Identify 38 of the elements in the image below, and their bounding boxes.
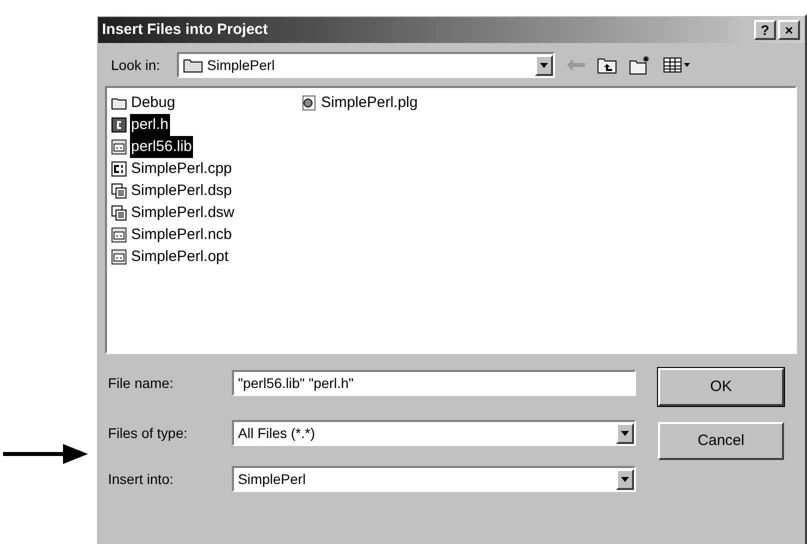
file-item[interactable]: SimplePerl.ncb [111, 224, 231, 246]
dropdown-field[interactable]: SimplePerl [232, 466, 636, 492]
file-item[interactable]: SimplePerl.dsp [111, 180, 231, 202]
file-item[interactable]: SimplePerl.cpp [111, 158, 231, 180]
look-in-dropdown[interactable]: SimplePerl [177, 52, 555, 78]
project-file-icon [111, 205, 127, 221]
binary-file-icon [111, 139, 127, 155]
file-name-field[interactable]: "perl56.lib" "perl.h" [232, 370, 636, 396]
view-menu-icon[interactable] [663, 57, 691, 73]
folder-icon [183, 57, 203, 73]
dropdown-button[interactable] [616, 468, 634, 490]
cancel-button[interactable]: Cancel [658, 422, 784, 460]
dropdown-field[interactable]: All Files (*.*) [232, 420, 636, 446]
field-label: File name: [108, 374, 174, 392]
field-label: Look in: [111, 56, 162, 74]
binary-file-icon [111, 227, 127, 243]
cpp-file-icon [111, 161, 127, 177]
web-file-icon [301, 95, 317, 111]
help-button[interactable]: ? [754, 20, 776, 40]
caret-icon [621, 476, 629, 482]
c-file-icon [111, 117, 127, 133]
file-item[interactable]: SimplePerl.opt [111, 246, 231, 268]
dropdown-button[interactable] [535, 54, 553, 76]
field-label: Files of type: [108, 424, 188, 443]
file-item[interactable]: Debug [111, 92, 231, 114]
window-title: Insert Files into Project [102, 20, 268, 40]
caret-icon [621, 430, 629, 436]
new-folder-icon[interactable] [629, 55, 651, 75]
close-button[interactable]: × [778, 20, 800, 40]
file-item[interactable]: perl.h [111, 114, 231, 136]
field-label: Insert into: [108, 470, 174, 488]
file-item[interactable]: SimplePerl.plg [301, 92, 419, 114]
up-folder-icon[interactable] [597, 56, 617, 74]
dropdown-button[interactable] [616, 422, 634, 444]
project-file-icon [111, 183, 127, 199]
caret-icon [540, 62, 548, 68]
ok-button[interactable]: OK [658, 368, 784, 406]
binary-file-icon [111, 249, 127, 265]
